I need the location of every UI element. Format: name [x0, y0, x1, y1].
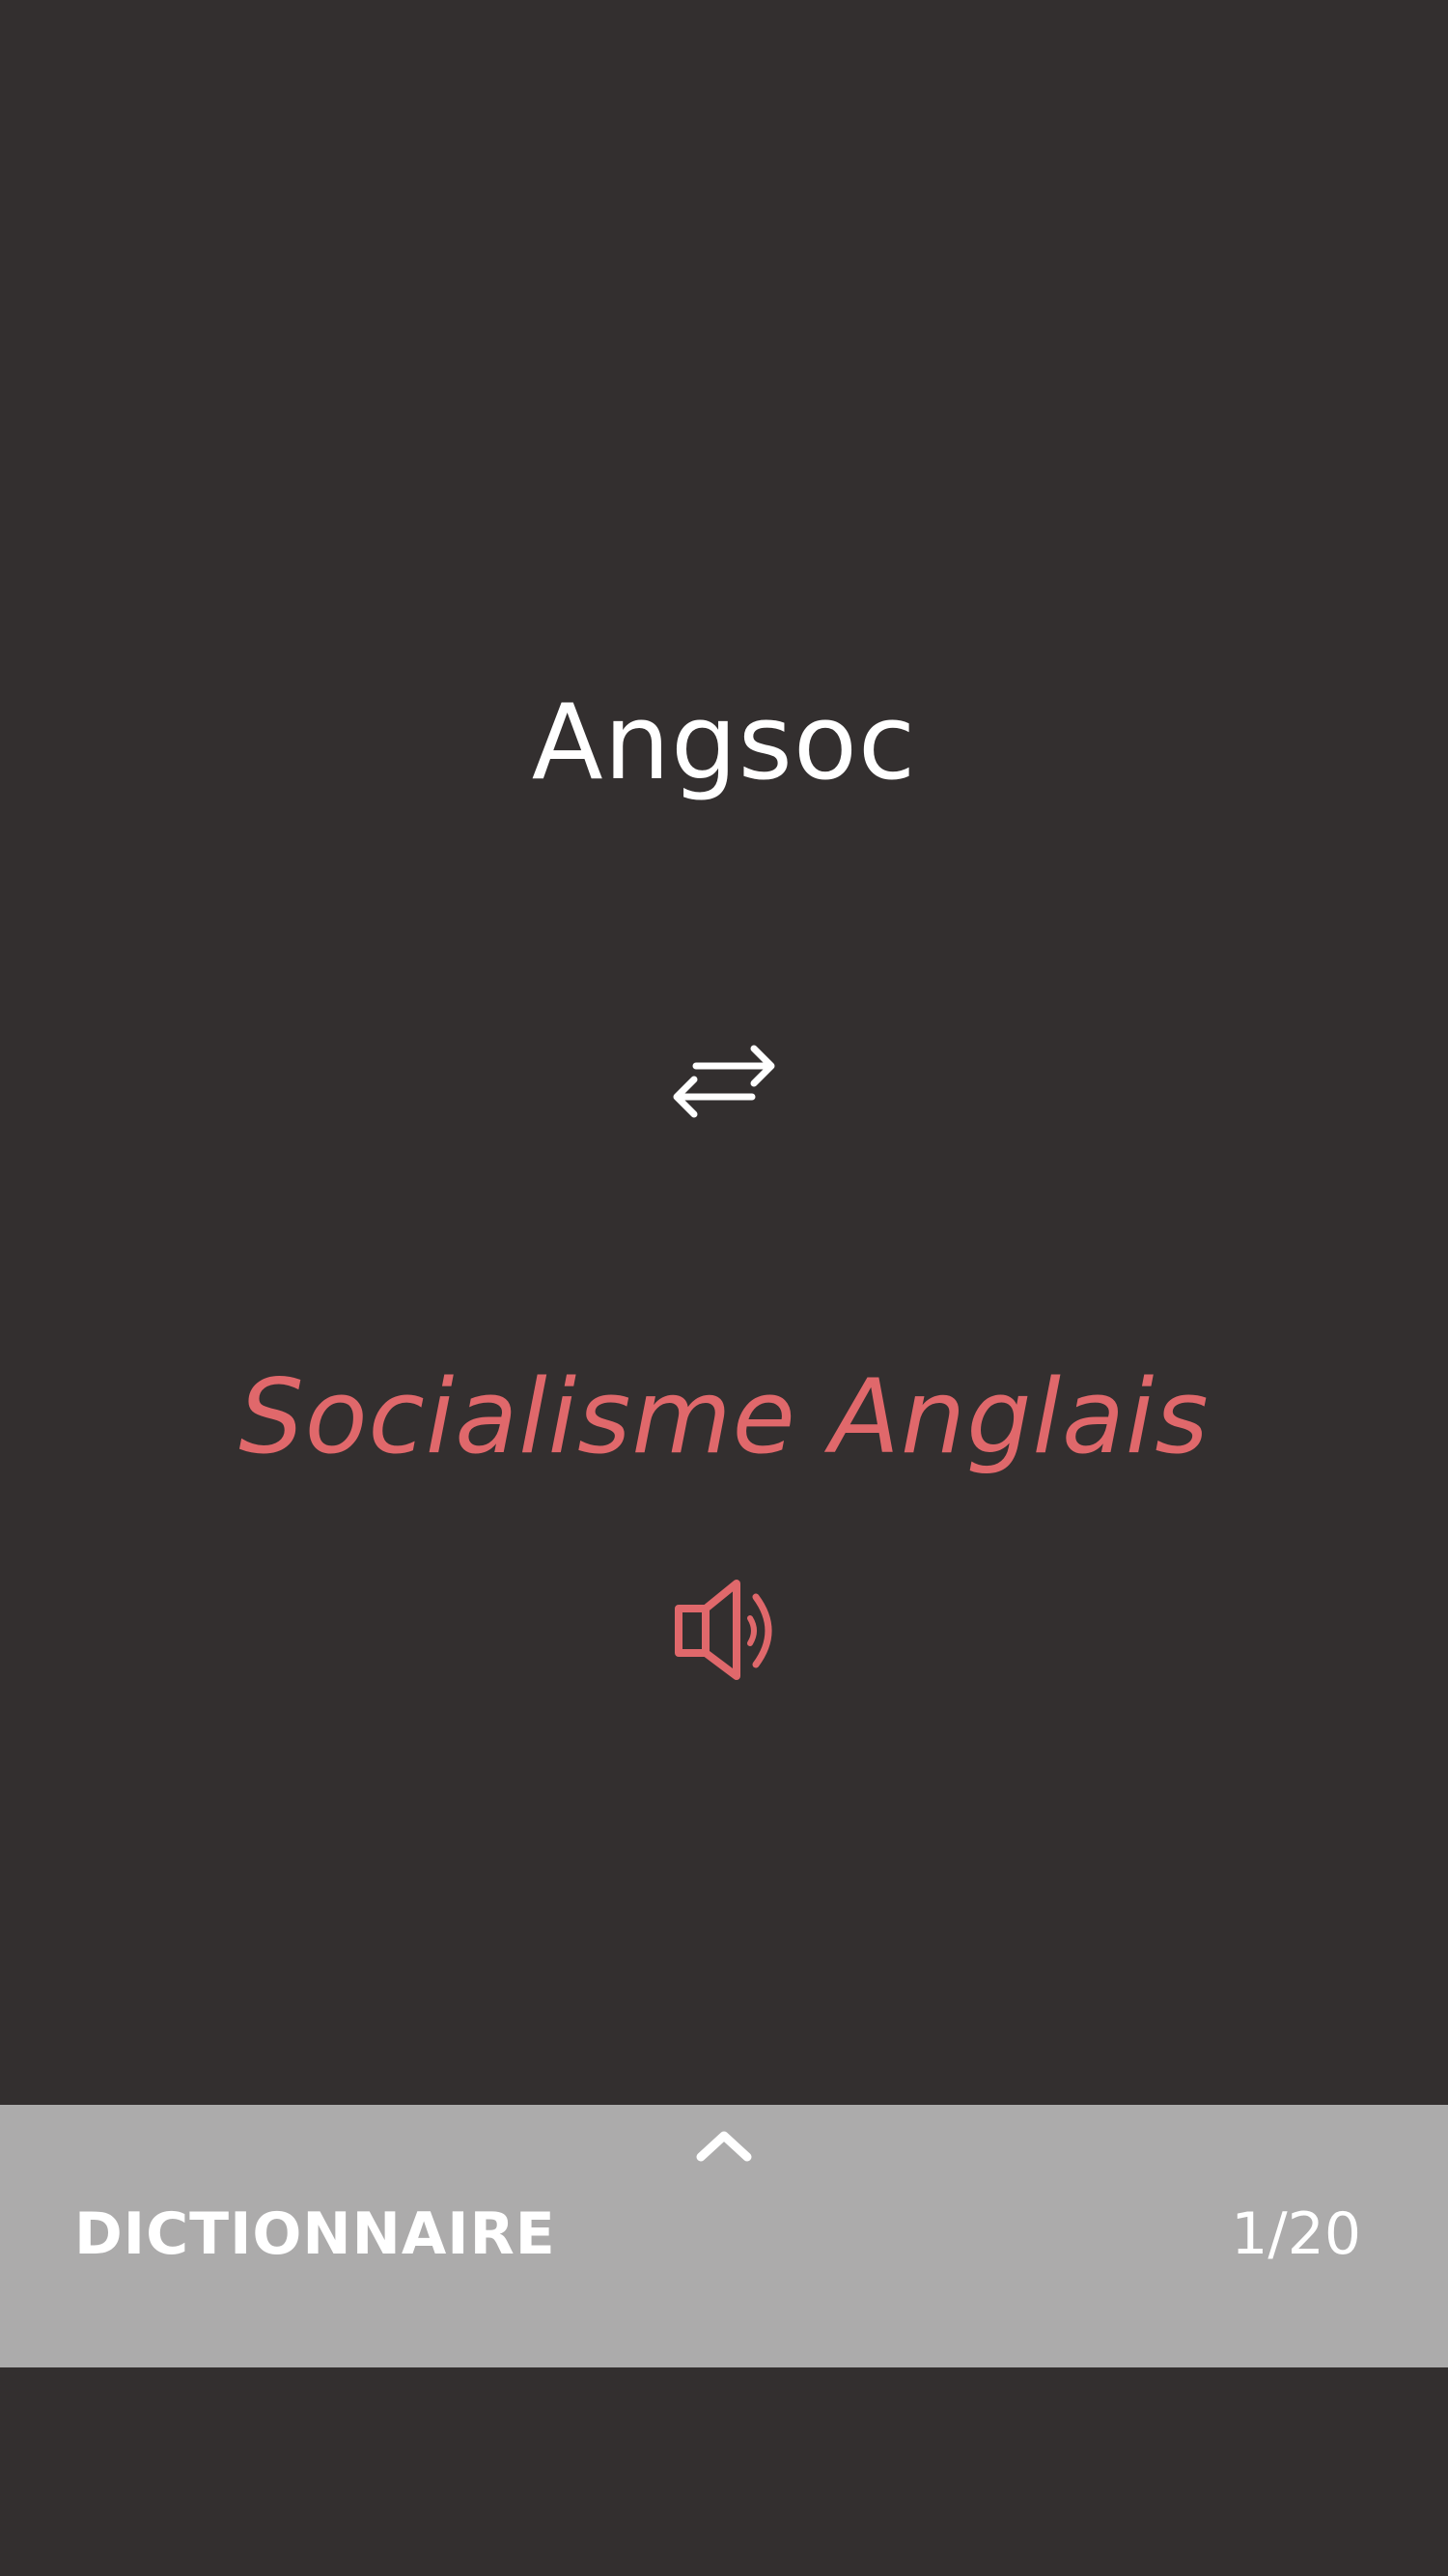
- source-word: Angsoc: [531, 683, 917, 803]
- drawer-title: DICTIONNAIRE: [74, 2200, 556, 2268]
- translation-text: Socialisme Anglais: [238, 1358, 1210, 1476]
- chevron-up-icon[interactable]: [693, 2126, 755, 2165]
- dictionary-drawer[interactable]: DICTIONNAIRE 1/20: [0, 2105, 1448, 2367]
- swap-arrows-icon[interactable]: [669, 1041, 779, 1122]
- speaker-icon[interactable]: [671, 1576, 779, 1684]
- flashcard-screen: Angsoc Socialisme Anglais DICTIONNAIRE 1…: [0, 0, 1448, 2576]
- card-counter: 1/20: [1231, 2200, 1361, 2268]
